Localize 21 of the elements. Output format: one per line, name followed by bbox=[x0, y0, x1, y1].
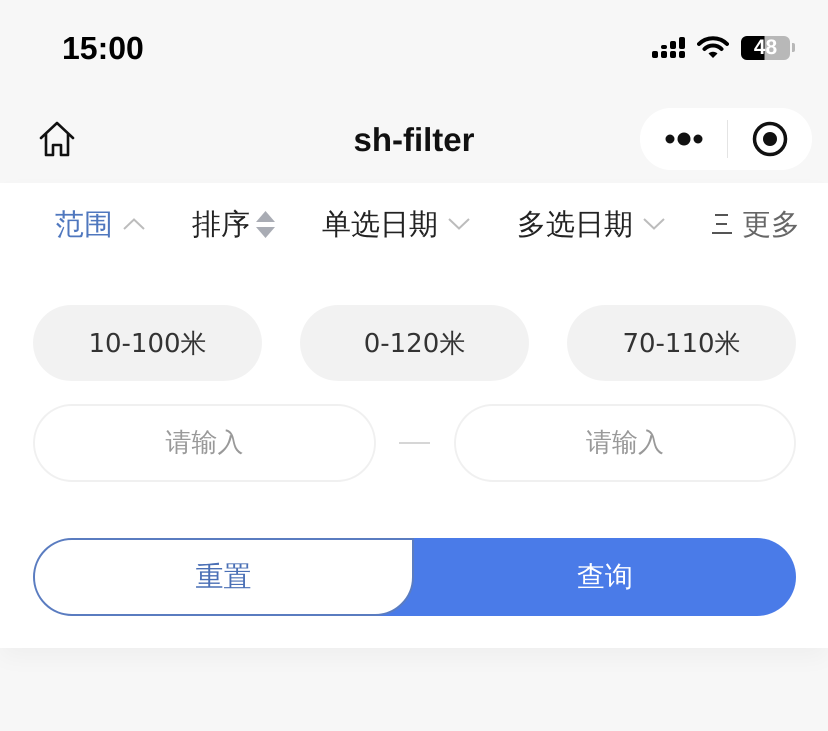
filter-tab[interactable]: 范围 bbox=[55, 210, 145, 238]
range-dash bbox=[399, 442, 430, 444]
wifi-icon bbox=[697, 36, 729, 59]
signal-icon bbox=[652, 36, 685, 58]
home-icon[interactable] bbox=[38, 120, 76, 158]
status-time: 15:00 bbox=[62, 32, 144, 64]
filter-tab[interactable]: 更多 bbox=[712, 210, 800, 238]
page-title: sh-filter bbox=[353, 122, 474, 156]
range-chip[interactable]: 0-120米 bbox=[300, 305, 529, 381]
menu-icon bbox=[712, 213, 732, 235]
range-input[interactable]: 请输入 bbox=[33, 404, 376, 482]
more-dots-icon[interactable] bbox=[665, 132, 703, 146]
target-icon[interactable] bbox=[752, 121, 788, 157]
filter-tab[interactable]: 多选日期 bbox=[517, 210, 665, 238]
range-chip[interactable]: 70-110米 bbox=[567, 305, 796, 381]
filter-tab[interactable]: 排序 bbox=[192, 210, 275, 238]
filter-tab[interactable]: 单选日期 bbox=[322, 210, 470, 238]
range-chip[interactable]: 10-100米 bbox=[33, 305, 262, 381]
sort-icon bbox=[256, 210, 275, 238]
range-input[interactable]: 请输入 bbox=[454, 404, 796, 482]
reset-button[interactable]: 重置 bbox=[33, 538, 414, 616]
